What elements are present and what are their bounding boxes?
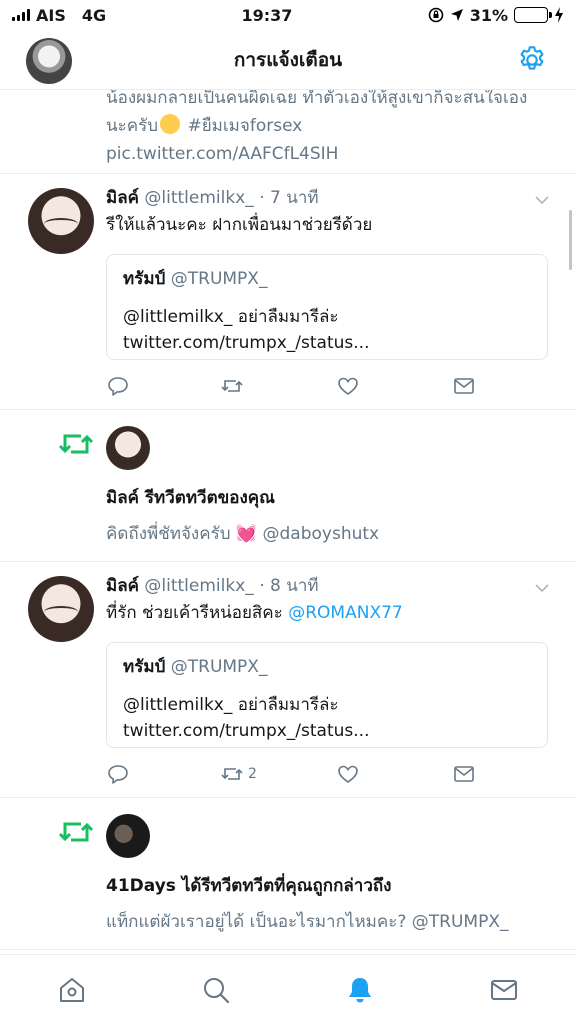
- avatar[interactable]: [28, 576, 94, 642]
- signal-icon: [12, 9, 30, 21]
- tweet-author-name[interactable]: มิลค์: [106, 188, 139, 208]
- gear-icon[interactable]: [516, 44, 548, 76]
- tab-notifications[interactable]: [330, 965, 390, 1015]
- tweet-actions: 2: [106, 762, 548, 790]
- page-title: การแจ้งเตือน: [233, 48, 343, 71]
- partial-tweet-text: น้องผมกลายเป็นคนผิดเฉย ทำตัวเองให้สูงเขา…: [106, 90, 536, 168]
- quoted-author-handle: @TRUMPX_: [170, 269, 268, 289]
- status-left: AIS 4G: [12, 6, 106, 25]
- envelope-icon: [454, 378, 474, 394]
- tweet-item[interactable]: มิลค์ @littlemilkx_ · 7 นาที รีให้แล้วนะ…: [0, 174, 576, 410]
- messages-icon: [491, 979, 517, 1000]
- search-icon: [204, 977, 230, 1003]
- tweet-header: มิลค์ @littlemilkx_ · 7 นาที: [106, 184, 536, 211]
- carrier-label: AIS: [36, 5, 66, 25]
- tweet-item[interactable]: มิลค์ @littlemilkx_ · 8 นาที ที่รัก ช่วย…: [0, 562, 576, 798]
- partial-tweet[interactable]: น้องผมกลายเป็นคนผิดเฉย ทำตัวเองให้สูงเขา…: [0, 90, 576, 174]
- quoted-tweet[interactable]: ทรัมป์ @TRUMPX_ @littlemilkx_ อย่าลืมมาร…: [106, 642, 548, 748]
- direct-message-button[interactable]: [452, 374, 476, 398]
- retweet-icon: [221, 768, 243, 780]
- notification-tweet-text: คิดถึงพี่ชัทจังครับ 💓 @daboyshutx: [106, 520, 379, 547]
- retweet-button[interactable]: 2: [220, 762, 257, 786]
- quoted-tweet-text: @littlemilkx_ อย่าลืมมารีล่ะ twitter.com…: [123, 307, 370, 353]
- reply-icon: [108, 765, 128, 784]
- rotation-lock-icon: [428, 7, 443, 23]
- battery-percent: 31%: [469, 5, 508, 25]
- pic-link[interactable]: pic.twitter.com/AAFCfL4SIH: [106, 144, 338, 164]
- tweet-text: รีให้แล้วนะคะ ฝากเพื่อนมาช่วยรีด้วย: [106, 215, 373, 235]
- notification-body: คิดถึงพี่ชัทจังครับ: [106, 524, 231, 544]
- tab-search[interactable]: [186, 965, 246, 1015]
- chevron-down-icon[interactable]: [534, 580, 550, 596]
- retweet-notification[interactable]: มิลค์ รีทวีตทวีตของคุณ คิดถึงพี่ชัทจังคร…: [0, 410, 576, 562]
- battery-icon: [513, 7, 552, 23]
- tweet-text: ที่รัก ช่วยเค้ารีหน่อยสิคะ @ROMANX77: [106, 600, 546, 626]
- tweet-time: · 8 นาที: [259, 576, 319, 596]
- tweet-author-handle: @littlemilkx_: [144, 576, 254, 596]
- heart-emoji-icon: 💓: [235, 524, 258, 544]
- quoted-tweet-header: ทรัมป์ @TRUMPX_: [123, 265, 531, 292]
- notification-tweet-text: แท็กแต่ผัวเราอยู่ได้ เป็นอะไรมากไหมคะ? @…: [106, 912, 509, 932]
- clock: 19:37: [241, 5, 293, 25]
- tweet-text-body: ที่รัก ช่วยเค้ารีหน่อยสิคะ: [106, 603, 283, 623]
- notification-title: มิลค์ รีทวีตทวีตของคุณ: [106, 488, 275, 508]
- chevron-down-icon[interactable]: [534, 192, 550, 208]
- quoted-tweet[interactable]: ทรัมป์ @TRUMPX_ @littlemilkx_ อย่าลืมมาร…: [106, 254, 548, 360]
- reply-button[interactable]: [106, 374, 130, 398]
- mention-link[interactable]: @ROMANX77: [288, 603, 402, 623]
- retweet-icon: [221, 380, 243, 392]
- reply-icon: [108, 377, 128, 396]
- heart-icon: [338, 377, 358, 395]
- network-label: 4G: [81, 5, 107, 25]
- tweet-time: · 7 นาที: [259, 188, 319, 208]
- avatar[interactable]: [28, 188, 94, 254]
- retweet-notification[interactable]: 41Days ได้รีทวีตทวีตที่คุณถูกกล่าวถึง แท…: [0, 798, 576, 950]
- tweet-author-handle: @littlemilkx_: [144, 188, 254, 208]
- home-icon: [60, 977, 84, 1002]
- hashtag-link[interactable]: #ยืมเมจforsex: [187, 116, 302, 136]
- tweet-author-name[interactable]: มิลค์: [106, 576, 139, 596]
- quoted-author-name: ทรัมป์: [123, 657, 166, 677]
- heart-icon: [338, 765, 358, 783]
- quoted-tweet-text: @littlemilkx_ อย่าลืมมารีล่ะ twitter.com…: [123, 695, 370, 741]
- app-header: การแจ้งเตือน: [0, 30, 576, 90]
- laughing-emoji-icon: [160, 114, 181, 134]
- avatar[interactable]: [106, 814, 150, 858]
- tab-messages[interactable]: [474, 965, 534, 1015]
- direct-message-button[interactable]: [452, 762, 476, 786]
- notification-title: 41Days ได้รีทวีตทวีตที่คุณถูกกล่าวถึง: [106, 876, 392, 896]
- tab-home[interactable]: [42, 965, 102, 1015]
- notification-mention[interactable]: @daboyshutx: [263, 524, 380, 544]
- retweet-icon: [58, 434, 94, 454]
- notifications-feed[interactable]: น้องผมกลายเป็นคนผิดเฉย ทำตัวเองให้สูงเขา…: [0, 90, 576, 954]
- envelope-icon: [454, 766, 474, 782]
- like-button[interactable]: [336, 762, 360, 786]
- like-button[interactable]: [336, 374, 360, 398]
- retweet-icon: [58, 822, 94, 842]
- avatar[interactable]: [106, 426, 150, 470]
- tweet-actions: [106, 374, 548, 402]
- quoted-tweet-header: ทรัมป์ @TRUMPX_: [123, 653, 531, 680]
- location-icon: [450, 9, 463, 21]
- notifications-icon: [349, 977, 371, 1002]
- profile-avatar[interactable]: [26, 38, 72, 84]
- tweet-header: มิลค์ @littlemilkx_ · 8 นาที: [106, 572, 536, 599]
- quoted-author-handle: @TRUMPX_: [170, 657, 268, 677]
- retweet-button[interactable]: [220, 374, 248, 398]
- tab-bar: [0, 954, 576, 1024]
- status-bar: AIS 4G 19:37 31%: [0, 0, 576, 30]
- charging-bolt-icon: [554, 7, 563, 23]
- quoted-author-name: ทรัมป์: [123, 269, 166, 289]
- status-right: 31%: [428, 6, 564, 25]
- retweet-count: 2: [248, 766, 257, 782]
- reply-button[interactable]: [106, 762, 130, 786]
